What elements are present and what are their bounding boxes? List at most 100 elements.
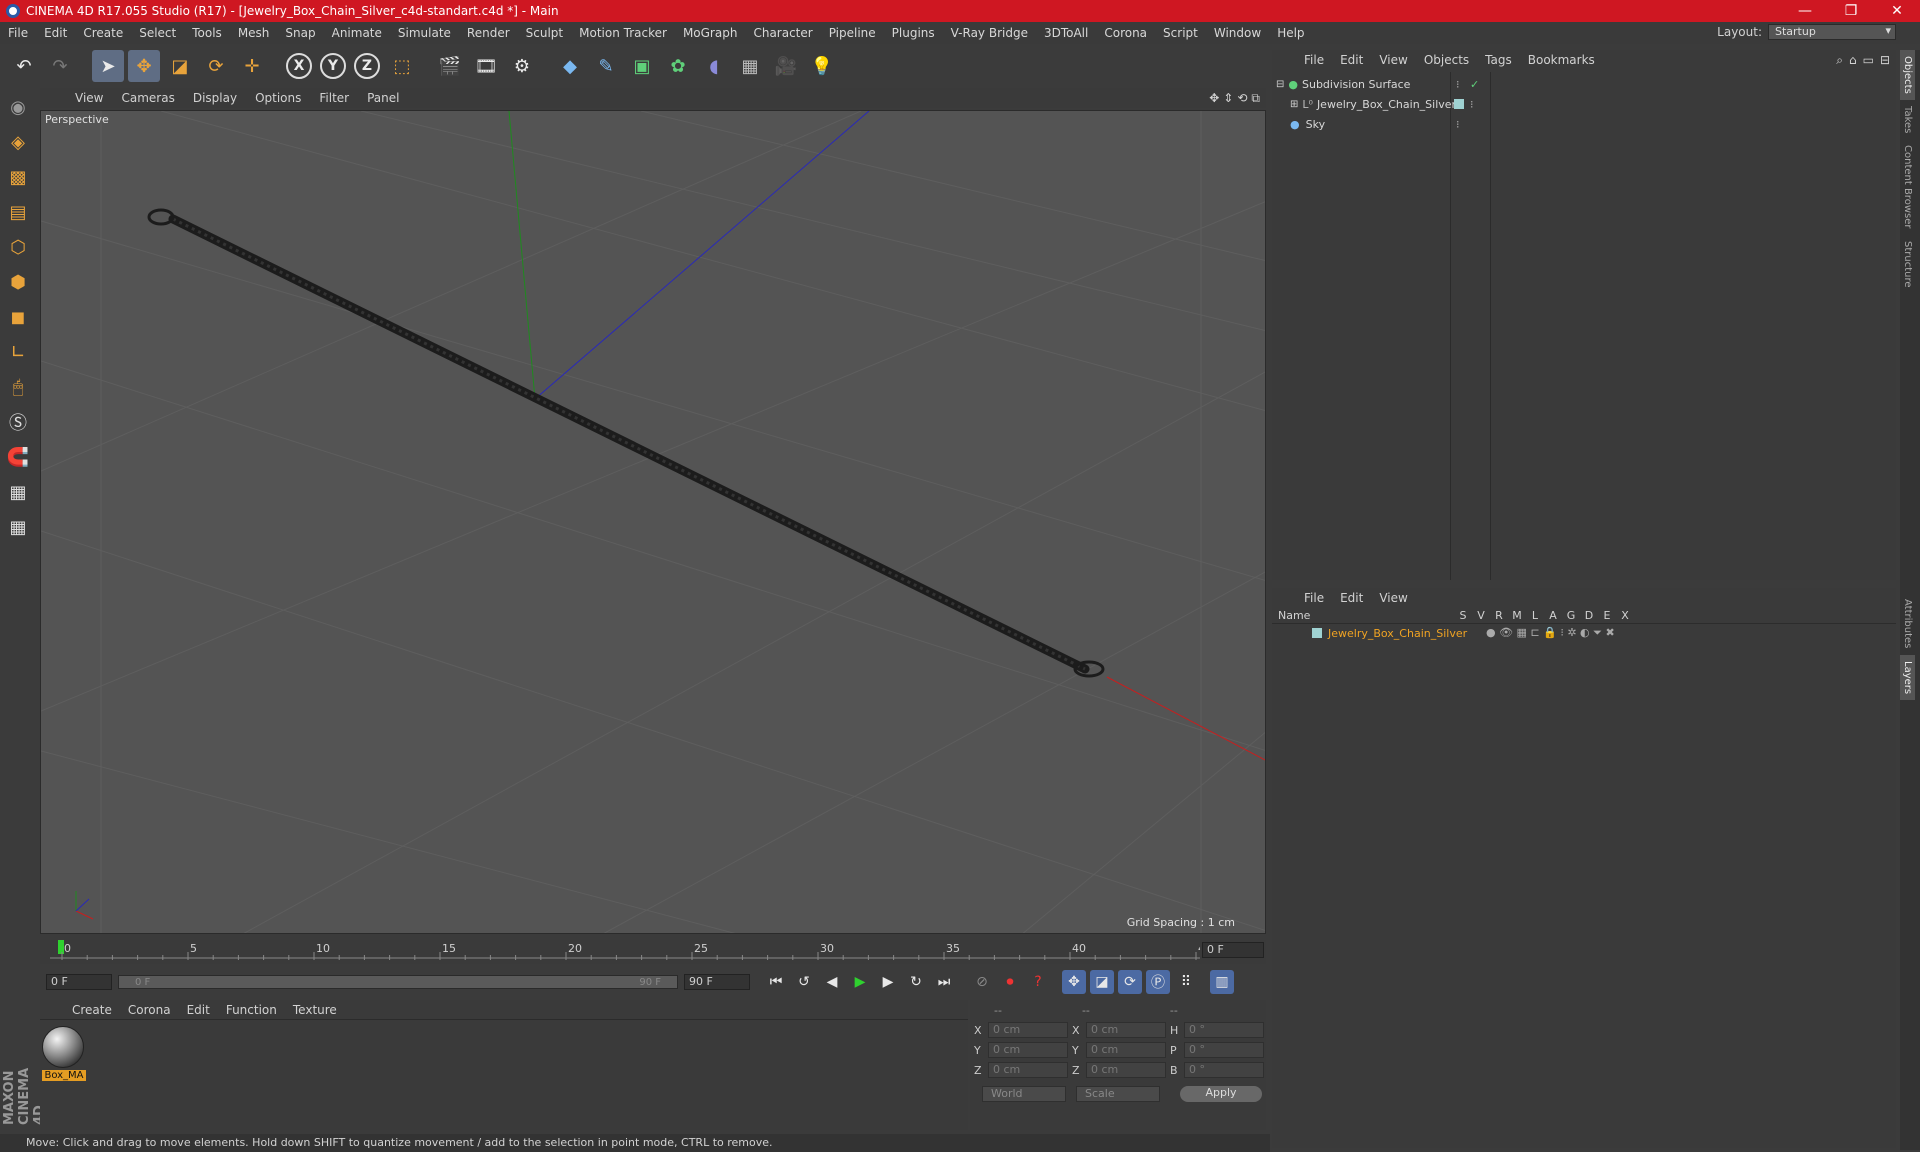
layers-menu-file[interactable]: File [1296,591,1332,605]
y-axis-lock-icon[interactable]: Y [320,53,346,79]
tab-layers[interactable]: Layers [1900,654,1915,700]
material-menu-edit[interactable]: Edit [179,1003,218,1017]
object-row[interactable]: ⊞ L⁰ Jewelry_Box_Chain_Silver ⁝ [1272,94,1896,114]
size-z-field[interactable]: 0 cm [1086,1062,1166,1078]
tab-structure[interactable]: Structure [1900,235,1915,294]
visibility-toggle-icon[interactable]: ⁝ [1456,78,1460,91]
object-row[interactable]: ⊟ ● Subdivision Surface ⁝ ✓ [1272,74,1896,94]
light-icon[interactable]: 💡 [806,50,838,82]
points-mode-icon[interactable]: ⬡ [3,232,33,262]
objects-menu-bookmarks[interactable]: Bookmarks [1520,53,1603,67]
rotation-p-field[interactable]: 0 ° [1184,1042,1264,1058]
column-xrefs[interactable]: X [1616,609,1634,622]
lock-workplane-icon[interactable]: ▦ [3,477,33,507]
key-rotation-icon[interactable]: ⟳ [1118,970,1142,994]
position-z-field[interactable]: 0 cm [988,1062,1068,1078]
key-param-icon[interactable]: Ⓟ [1146,970,1170,994]
end-frame-field[interactable]: 90 F [684,974,750,990]
menu-window[interactable]: Window [1206,26,1269,40]
frame-range-slider[interactable]: 0 F 90 F [118,975,678,989]
menu-motion-tracker[interactable]: Motion Tracker [571,26,675,40]
pen-spline-icon[interactable]: ✎ [590,50,622,82]
search-icon[interactable]: ⌕ [1836,53,1843,68]
material-menu-texture[interactable]: Texture [285,1003,345,1017]
layout-dropdown[interactable]: Startup [1768,24,1896,40]
new-window-icon[interactable]: ▭ [1863,53,1874,68]
viewport-menu-view[interactable]: View [66,91,112,105]
live-selection-icon[interactable]: ✛ [236,50,268,82]
rotation-b-field[interactable]: 0 ° [1184,1062,1264,1078]
menu-tools[interactable]: Tools [184,26,230,40]
position-y-field[interactable]: 0 cm [988,1042,1068,1058]
rotate-tool-icon[interactable]: ⟳ [200,50,232,82]
viewport-menu-filter[interactable]: Filter [310,91,358,105]
collapse-toggle-icon[interactable]: ⊟ [1276,79,1284,90]
rotation-h-field[interactable]: 0 ° [1184,1022,1264,1038]
viewport-pan-icon[interactable]: ✥ [1209,91,1219,106]
layers-menu-edit[interactable]: Edit [1332,591,1371,605]
material-menu-corona[interactable]: Corona [120,1003,179,1017]
collapse-icon[interactable]: ⊟ [1880,53,1890,68]
material-menu-function[interactable]: Function [218,1003,285,1017]
viewport-3d[interactable]: Perspective Grid Spacing : 1 cm [40,110,1266,934]
menu-simulate[interactable]: Simulate [390,26,459,40]
column-deformers[interactable]: D [1580,609,1598,622]
menu-render[interactable]: Render [459,26,518,40]
model-mode-icon[interactable]: ◈ [3,127,33,157]
edges-mode-icon[interactable]: ⬢ [3,267,33,297]
objects-menu-objects[interactable]: Objects [1416,53,1477,67]
column-manager[interactable]: M [1508,609,1526,622]
enabled-check-icon[interactable]: ✓ [1470,78,1479,91]
menu-vray-bridge[interactable]: V-Ray Bridge [943,26,1036,40]
redo-icon[interactable]: ↷ [44,50,76,82]
next-frame-icon[interactable]: ▶ [876,970,900,994]
current-frame-field[interactable]: 0 F [1202,942,1264,958]
coordinate-mode-dropdown[interactable]: World [982,1086,1066,1102]
record-keys-icon[interactable]: ⊘ [970,970,994,994]
material-menu-create[interactable]: Create [64,1003,120,1017]
viewport-orbit-icon[interactable]: ⟲ [1237,91,1247,106]
menu-pipeline[interactable]: Pipeline [821,26,884,40]
polygons-mode-icon[interactable]: ◼ [3,302,33,332]
menu-corona[interactable]: Corona [1096,26,1155,40]
close-button[interactable]: ✕ [1874,3,1920,19]
go-to-end-icon[interactable]: ⏭ [932,970,956,994]
column-view[interactable]: V [1472,609,1490,622]
camera-icon[interactable]: 🎥 [770,50,802,82]
column-solo[interactable]: S [1454,609,1472,622]
objects-menu-edit[interactable]: Edit [1332,53,1371,67]
key-scale-icon[interactable]: ◪ [1090,970,1114,994]
key-position-icon[interactable]: ✥ [1062,970,1086,994]
menu-mograph[interactable]: MoGraph [675,26,746,40]
solo-icon[interactable]: Ⓢ [3,407,33,437]
tab-takes[interactable]: Takes [1900,100,1915,139]
deformer-icon[interactable]: ◖ [698,50,730,82]
texture-mode-icon[interactable]: ▩ [3,162,33,192]
axis-mode-icon[interactable]: ∟ [3,337,33,367]
tab-attributes[interactable]: Attributes [1900,593,1915,654]
cube-primitive-icon[interactable]: ◆ [554,50,586,82]
viewport-menu-display[interactable]: Display [184,91,246,105]
next-key-icon[interactable]: ↻ [904,970,928,994]
column-render[interactable]: R [1490,609,1508,622]
object-row[interactable]: ● Sky ⁝ [1272,114,1896,134]
expand-toggle-icon[interactable]: ⊞ [1290,99,1298,110]
timeline-window-icon[interactable]: ▥ [1210,970,1234,994]
menu-sculpt[interactable]: Sculpt [518,26,571,40]
render-settings-icon[interactable]: ⚙ [506,50,538,82]
menu-script[interactable]: Script [1155,26,1206,40]
make-editable-icon[interactable]: ◉ [3,92,33,122]
viewport-zoom-icon[interactable]: ⇕ [1223,91,1233,106]
z-axis-lock-icon[interactable]: Z [354,53,380,79]
render-picture-viewer-icon[interactable]: 🎞 [470,50,502,82]
menu-edit[interactable]: Edit [36,26,75,40]
tab-content-browser[interactable]: Content Browser [1900,139,1915,234]
minimize-button[interactable]: — [1782,3,1828,19]
column-generators[interactable]: G [1562,609,1580,622]
viewport-menu-panel[interactable]: Panel [358,91,408,105]
menu-animate[interactable]: Animate [324,26,390,40]
go-to-start-icon[interactable]: ⏮ [764,970,788,994]
menu-create[interactable]: Create [75,26,131,40]
visibility-toggle-icon[interactable]: ⁝ [1470,98,1474,111]
home-icon[interactable]: ⌂ [1849,53,1857,68]
